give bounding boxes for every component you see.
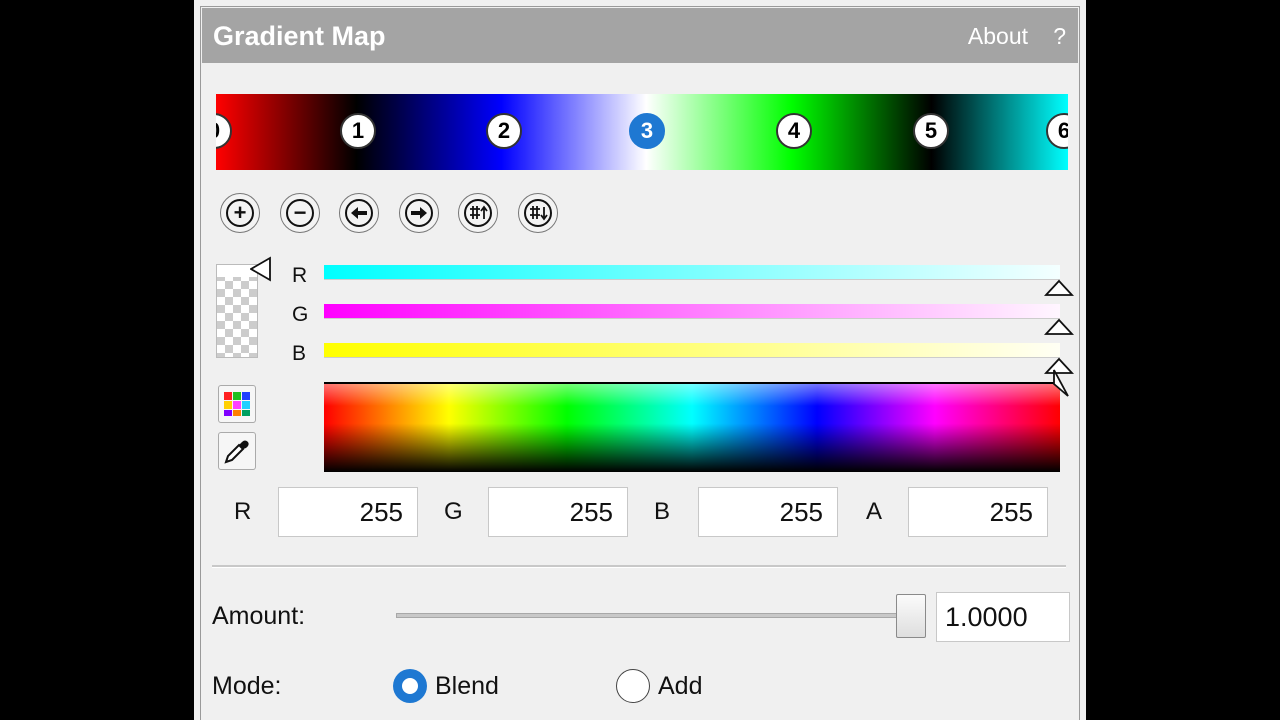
panel-title: Gradient Map [213,21,386,51]
g-value-input[interactable]: 255 [488,487,628,537]
about-link[interactable]: About [968,23,1028,50]
plus-icon: + [226,199,254,227]
amount-value-input[interactable]: 1.0000 [936,592,1070,642]
g-input-label: G [444,498,463,525]
eyedropper-button[interactable] [218,432,256,470]
spectrum-pointer-icon[interactable] [1050,368,1070,400]
eyedropper-icon [224,440,249,464]
decrease-stops-button[interactable] [518,193,558,233]
a-input-label: A [866,498,883,525]
green-slider-handle-icon[interactable] [1044,318,1074,336]
gradient-stop-2[interactable]: 2 [486,113,522,149]
r-input-label: R [234,498,252,525]
arrow-left-icon [345,199,373,227]
red-channel-slider[interactable] [324,265,1060,280]
mode-label: Mode: [212,672,282,700]
blend-radio[interactable] [393,669,427,703]
blend-radio-label[interactable]: Blend [435,672,499,701]
add-radio-label[interactable]: Add [658,672,702,701]
a-value-input[interactable]: 255 [908,487,1048,537]
gradient-stop-3[interactable]: 3 [629,113,665,149]
amount-label: Amount: [212,602,306,630]
red-channel-label: R [292,264,308,287]
grid-up-icon [464,199,492,227]
amount-slider-thumb[interactable] [896,594,926,638]
amount-slider-track[interactable] [396,613,926,618]
arrow-right-icon [405,199,433,227]
palette-button[interactable] [218,385,256,423]
blue-channel-slider[interactable] [324,343,1060,358]
move-stop-left-button[interactable] [339,193,379,233]
minus-icon: − [286,199,314,227]
gradient-stop-0[interactable]: 0 [216,113,232,149]
add-stop-button[interactable]: + [220,193,260,233]
gradient-stop-4[interactable]: 4 [776,113,812,149]
help-button[interactable]: ? [1053,23,1066,50]
swatch-pointer-icon [250,256,271,282]
gradient-preview-bar[interactable]: 0 1 2 3 4 5 6 [216,94,1068,170]
grid-down-icon [524,199,552,227]
r-value-input[interactable]: 255 [278,487,418,537]
b-input-label: B [654,498,671,525]
blue-channel-label: B [292,342,307,365]
add-radio[interactable] [616,669,650,703]
green-channel-slider[interactable] [324,304,1060,319]
red-slider-handle-icon[interactable] [1044,279,1074,297]
move-stop-right-button[interactable] [399,193,439,233]
palette-icon [224,392,250,416]
color-spectrum-picker[interactable] [324,382,1060,472]
divider [212,565,1066,568]
gradient-map-panel: Gradient Map About ? 0 1 2 3 4 5 6 + − [194,0,1086,720]
increase-stops-button[interactable] [458,193,498,233]
b-value-input[interactable]: 255 [698,487,838,537]
remove-stop-button[interactable]: − [280,193,320,233]
panel-titlebar: Gradient Map About ? [202,8,1078,63]
gradient-stop-1[interactable]: 1 [340,113,376,149]
gradient-stop-5[interactable]: 5 [913,113,949,149]
green-channel-label: G [292,303,309,326]
gradient-stop-6[interactable]: 6 [1046,113,1068,149]
